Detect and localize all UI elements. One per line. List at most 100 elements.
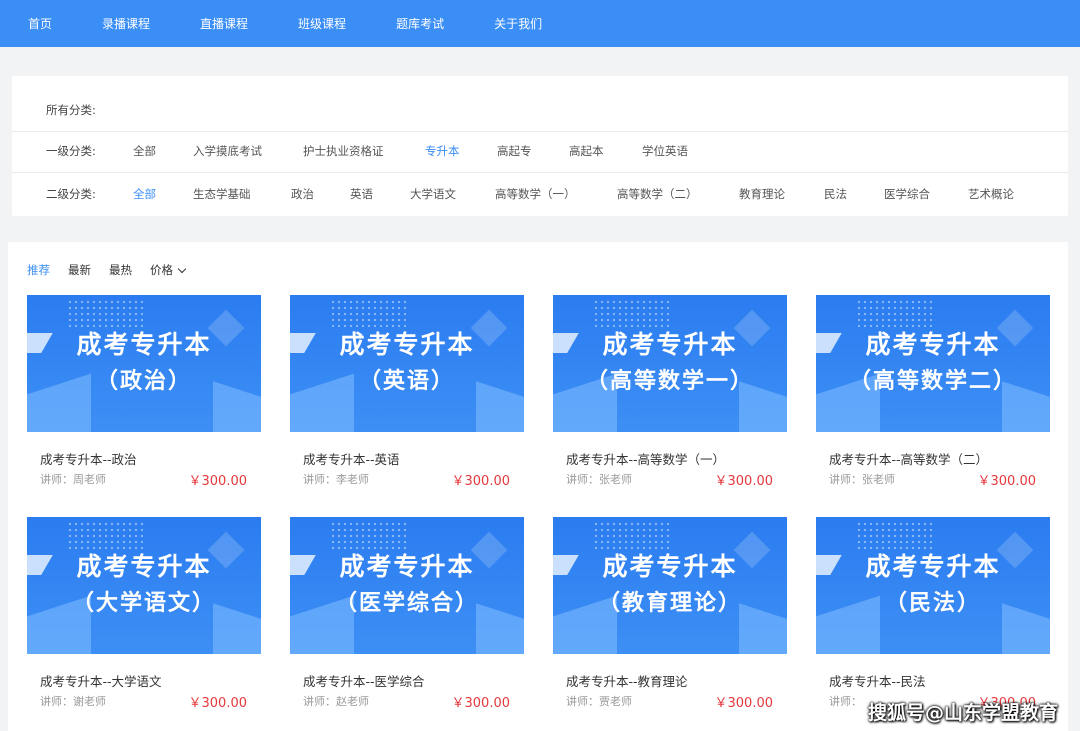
thumbnail-title: 成考专升本 [865, 552, 1001, 581]
course-title[interactable]: 成考专升本--高等数学（二） [829, 449, 988, 468]
level2-option-medicine[interactable]: 医学综合 [884, 186, 930, 202]
course-card[interactable]: 成考专升本 （医学综合） 成考专升本--医学综合讲师：赵老师 ￥300.00 [290, 517, 524, 722]
dot-pattern [330, 299, 410, 327]
level2-option-art[interactable]: 艺术概论 [968, 186, 1014, 202]
thumbnail-title: 成考专升本 [339, 330, 475, 359]
course-price: ￥300.00 [977, 474, 1037, 489]
thumbnail-title: 成考专升本 [602, 330, 738, 359]
nav-about-us[interactable]: 关于我们 [494, 15, 542, 32]
filter-label-all: 所有分类: [46, 103, 96, 117]
course-teacher: 讲师：周老师 [40, 473, 106, 486]
course-card[interactable]: 成考专升本 （民法） 成考专升本--民法 讲师： ￥300.00 [816, 517, 1050, 722]
course-card[interactable]: 成考专升本 （高等数学一） 成考专升本--高等数学（一） 讲师：张老师 ￥300.00 [553, 295, 787, 500]
course-thumbnail[interactable]: 成考专升本 （政治） [27, 295, 261, 432]
level2-option-chinese[interactable]: 大学语文 [410, 186, 456, 202]
course-title[interactable]: 成考专升本--医学综合 [303, 671, 425, 690]
thumbnail-subject: （民法） [884, 591, 981, 616]
thumbnail-title: 成考专升本 [76, 552, 212, 581]
course-price: ￥300.00 [188, 474, 248, 489]
divider [12, 131, 1068, 132]
course-thumbnail[interactable]: 成考专升本 （教育理论） [553, 517, 787, 654]
thumbnail-title: 成考专升本 [865, 330, 1001, 359]
level2-option-math-2[interactable]: 高等数学（二） [617, 186, 698, 202]
filter-row-all: 所有分类: [12, 102, 1068, 118]
course-teacher: 讲师： [829, 695, 862, 708]
course-price: ￥300.00 [451, 696, 511, 711]
course-card[interactable]: 成考专升本 （教育理论） 成考专升本--教育理论讲师：贾老师 ￥300.00 [553, 517, 787, 722]
course-title[interactable]: 成考专升本--政治 [40, 449, 137, 468]
course-teacher: 讲师：张老师 [829, 473, 895, 486]
level1-option-upgrade[interactable]: 专升本 [425, 143, 460, 159]
dot-pattern [856, 299, 936, 327]
course-thumbnail[interactable]: 成考专升本 （高等数学二） [816, 295, 1050, 432]
sort-price-label: 价格 [150, 263, 173, 277]
level2-option-all[interactable]: 全部 [133, 186, 156, 202]
filter-row-level1: 一级分类: 全部 入学摸底考试 护士执业资格证 专升本 高起专 高起本 学位英语 [12, 143, 1068, 159]
course-title[interactable]: 成考专升本--大学语文 [40, 671, 162, 690]
thumbnail-title: 成考专升本 [339, 552, 475, 581]
thumbnail-subject: （大学语文） [71, 591, 216, 616]
sort-bar: 推荐 最新 最热 价格 [27, 262, 203, 278]
level2-option-education[interactable]: 教育理论 [739, 186, 785, 202]
thumbnail-subject: （英语） [358, 369, 455, 394]
level2-option-civil-law[interactable]: 民法 [824, 186, 847, 202]
thumbnail-title: 成考专升本 [76, 330, 212, 359]
level1-option-degree-english[interactable]: 学位英语 [642, 143, 688, 159]
level1-option-junior-college[interactable]: 高起专 [497, 143, 532, 159]
level2-option-ecology[interactable]: 生态学基础 [193, 186, 251, 202]
course-teacher: 讲师：贾老师 [566, 695, 632, 708]
divider [12, 172, 1068, 173]
level1-option-nurse-license[interactable]: 护士执业资格证 [303, 143, 384, 159]
course-title[interactable]: 成考专升本--高等数学（一） [566, 449, 725, 468]
course-teacher: 讲师：张老师 [566, 473, 632, 486]
course-card[interactable]: 成考专升本 （大学语文） 成考专升本--大学语文 讲师：谢老师 ￥300.00 [27, 517, 261, 722]
nav-recorded-courses[interactable]: 录播课程 [102, 15, 150, 32]
course-price: ￥300.00 [714, 474, 774, 489]
thumbnail-title: 成考专升本 [602, 552, 738, 581]
thumbnail-subject: （教育理论） [597, 591, 742, 616]
course-thumbnail[interactable]: 成考专升本 （英语） [290, 295, 524, 432]
level2-option-politics[interactable]: 政治 [291, 186, 314, 202]
sort-recommended[interactable]: 推荐 [27, 262, 50, 278]
dot-pattern [67, 299, 147, 327]
filter-label-level1: 一级分类: [46, 144, 96, 158]
thumbnail-subject: （高等数学二） [848, 369, 1017, 394]
course-thumbnail[interactable]: 成考专升本 （民法） [816, 517, 1050, 654]
course-teacher: 讲师：赵老师 [303, 695, 369, 708]
nav-class-courses[interactable]: 班级课程 [298, 15, 346, 32]
course-title[interactable]: 成考专升本--民法 [829, 671, 926, 690]
course-teacher: 讲师：李老师 [303, 473, 369, 486]
level2-option-english[interactable]: 英语 [350, 186, 373, 202]
course-thumbnail[interactable]: 成考专升本 （高等数学一） [553, 295, 787, 432]
course-price: ￥300.00 [188, 696, 248, 711]
course-card[interactable]: 成考专升本 （英语） 成考专升本--英语讲师：李老师 ￥300.00 [290, 295, 524, 500]
filter-label-level2: 二级分类: [46, 187, 96, 201]
watermark: 搜狐号@山东学盟教育 [867, 702, 1058, 724]
level1-option-all[interactable]: 全部 [133, 143, 156, 159]
dot-pattern [330, 521, 410, 549]
dot-pattern [67, 521, 147, 549]
sort-newest[interactable]: 最新 [68, 262, 91, 278]
course-price: ￥300.00 [714, 696, 774, 711]
dot-pattern [856, 521, 936, 549]
course-thumbnail[interactable]: 成考专升本 （大学语文） [27, 517, 261, 654]
thumbnail-subject: （高等数学一） [585, 369, 754, 394]
nav-question-bank[interactable]: 题库考试 [396, 15, 444, 32]
thumbnail-subject: （医学综合） [334, 591, 479, 616]
course-card[interactable]: 成考专升本 （政治） 成考专升本--政治讲师：周老师 ￥300.00 [27, 295, 261, 500]
course-card[interactable]: 成考专升本 （高等数学二） 成考专升本--高等数学（二） 讲师：张老师 ￥300.00 [816, 295, 1050, 500]
course-thumbnail[interactable]: 成考专升本 （医学综合） [290, 517, 524, 654]
level1-option-entrance-test[interactable]: 入学摸底考试 [193, 143, 262, 159]
sort-price[interactable]: 价格 [150, 262, 187, 278]
course-title[interactable]: 成考专升本--教育理论 [566, 671, 688, 690]
dot-pattern [593, 299, 673, 327]
chevron-down-icon [177, 264, 187, 273]
sort-hottest[interactable]: 最热 [109, 262, 132, 278]
level2-option-math-1[interactable]: 高等数学（一） [495, 186, 576, 202]
level1-option-bachelor[interactable]: 高起本 [569, 143, 604, 159]
nav-home[interactable]: 首页 [28, 15, 52, 32]
course-price: ￥300.00 [451, 474, 511, 489]
top-nav: 首页 录播课程 直播课程 班级课程 题库考试 关于我们 [0, 0, 1080, 47]
course-title[interactable]: 成考专升本--英语 [303, 449, 400, 468]
nav-live-courses[interactable]: 直播课程 [200, 15, 248, 32]
